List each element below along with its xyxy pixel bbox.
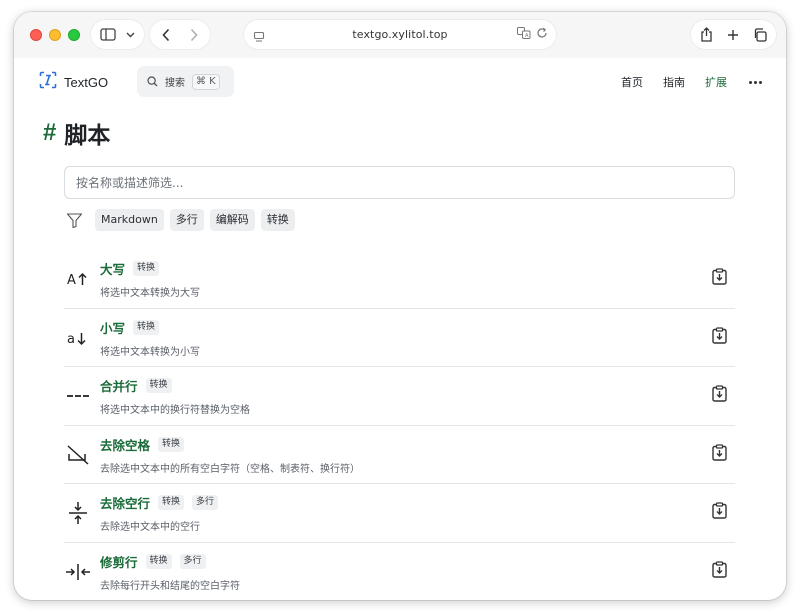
share-icon[interactable] (700, 27, 713, 42)
filter-icon (66, 212, 83, 229)
script-tag: 转换 (145, 378, 172, 393)
install-script-button[interactable] (711, 443, 728, 465)
script-desc: 将选中文本中的换行符替换为空格 (100, 405, 250, 416)
list-item[interactable]: 修剪行 转换 多行 去除每行开头和结尾的空白字符 (64, 543, 735, 601)
history-nav (150, 20, 210, 49)
more-icon[interactable] (749, 80, 762, 84)
script-name[interactable]: 合并行 (100, 376, 138, 395)
list-item[interactable]: a 小写 转换 将选中文本转换为小写 (64, 309, 735, 367)
script-desc: 去除选中文本中的所有空白字符（空格、制表符、换行符） (100, 463, 360, 475)
list-item[interactable]: 去除空格 转换 去除选中文本中的所有空白字符（空格、制表符、换行符） (64, 426, 735, 484)
page-settings-icon[interactable] (253, 28, 265, 47)
tag-filter-multiline[interactable]: 多行 (169, 209, 204, 231)
filter-placeholder: 按名称或描述筛选... (76, 176, 184, 190)
script-desc: 去除选中文本中的空行 (100, 522, 200, 533)
install-script-button[interactable] (711, 502, 728, 523)
clipboard-download-icon (712, 326, 727, 348)
top-nav: 首页 指南 扩展 (601, 74, 762, 90)
heading-anchor[interactable]: # (43, 119, 56, 147)
nav-extensions[interactable]: 扩展 (705, 74, 727, 90)
trim-lines-icon (66, 562, 90, 582)
logo-text: TextGO (64, 74, 109, 90)
chevron-down-icon (126, 32, 135, 38)
list-item[interactable]: A 大写 转换 将选中文本转换为大写 (64, 250, 735, 309)
svg-text:A: A (525, 33, 529, 39)
new-tab-icon[interactable] (727, 29, 739, 41)
address-bar[interactable]: textgo.xylitol.top A (244, 20, 556, 49)
script-name[interactable]: 去除空格 (100, 435, 150, 454)
script-tag: 转换 (133, 319, 160, 335)
list-item[interactable]: 去除空行 转换 多行 去除选中文本中的空行 (64, 484, 735, 543)
lowercase-icon: a (66, 328, 90, 348)
sidebar-toggle-button[interactable] (91, 20, 144, 49)
site-header: TextGO 搜索 ⌘ K 首页 指南 扩展 (14, 64, 786, 100)
script-tag: 多行 (192, 495, 219, 510)
svg-text:a: a (67, 332, 75, 346)
nav-guide[interactable]: 指南 (663, 74, 685, 90)
filter-input[interactable]: 按名称或描述筛选... (64, 166, 735, 199)
clipboard-download-icon (712, 502, 727, 523)
translate-icon[interactable]: A (517, 27, 531, 39)
zoom-window-button[interactable] (68, 29, 80, 41)
minimize-window-button[interactable] (49, 29, 61, 41)
textgo-logo-icon (39, 71, 57, 93)
list-item[interactable]: 合并行 转换 将选中文本中的换行符替换为空格 (64, 367, 735, 426)
site-logo[interactable]: TextGO (39, 71, 108, 93)
install-script-button[interactable] (711, 560, 728, 582)
browser-actions (691, 20, 776, 49)
close-window-button[interactable] (30, 29, 42, 41)
script-name[interactable]: 修剪行 (100, 552, 138, 571)
sidebar-icon (100, 28, 116, 41)
page-title-text: 脚本 (64, 123, 111, 149)
script-tag: 转换 (145, 553, 172, 569)
script-tag: 转换 (133, 261, 160, 276)
clipboard-download-icon (712, 560, 727, 582)
reload-icon[interactable] (536, 27, 548, 39)
install-script-button[interactable] (711, 268, 728, 289)
script-desc: 将选中文本转换为大写 (100, 288, 200, 299)
url-text: textgo.xylitol.top (352, 28, 448, 41)
script-desc: 将选中文本转换为小写 (100, 346, 200, 358)
search-label: 搜索 (165, 78, 185, 89)
install-script-button[interactable] (711, 326, 728, 348)
tag-filter-markdown[interactable]: Markdown (95, 209, 164, 231)
script-name[interactable]: 小写 (100, 318, 125, 337)
tag-filter-bar: Markdown 多行 编解码 转换 (66, 209, 295, 231)
forward-button[interactable] (189, 28, 199, 42)
script-desc: 去除每行开头和结尾的空白字符 (100, 580, 240, 592)
script-tag: 转换 (158, 495, 185, 510)
clipboard-download-icon (712, 385, 727, 406)
clipboard-download-icon (712, 268, 727, 289)
install-script-button[interactable] (711, 385, 728, 406)
tag-filter-convert[interactable]: 转换 (260, 209, 295, 231)
uppercase-icon: A (66, 269, 90, 289)
nav-home[interactable]: 首页 (621, 74, 643, 90)
browser-toolbar: textgo.xylitol.top A (14, 12, 786, 58)
search-icon (147, 72, 158, 91)
back-button[interactable] (161, 28, 171, 42)
tab-overview-icon[interactable] (753, 27, 767, 42)
remove-blank-lines-icon (66, 502, 90, 524)
clipboard-download-icon (712, 443, 727, 465)
merge-lines-icon (66, 386, 90, 406)
script-name[interactable]: 大写 (100, 259, 125, 278)
script-list: A 大写 转换 将选中文本转换为大写 a 小写 转换 将选中文本转换为小写 合并… (64, 250, 735, 600)
remove-spaces-icon (66, 444, 90, 465)
script-tag: 转换 (158, 436, 185, 452)
search-button[interactable]: 搜索 ⌘ K (137, 66, 234, 97)
svg-text:A: A (67, 273, 76, 287)
script-tag: 多行 (179, 553, 206, 569)
tag-filter-codec[interactable]: 编解码 (209, 209, 255, 231)
page-title: # 脚本 (43, 116, 110, 150)
browser-window: textgo.xylitol.top A TextGO 搜索 ⌘ K 首页 指南… (14, 12, 786, 600)
search-shortcut: ⌘ K (192, 73, 220, 90)
script-name[interactable]: 去除空行 (100, 493, 150, 512)
